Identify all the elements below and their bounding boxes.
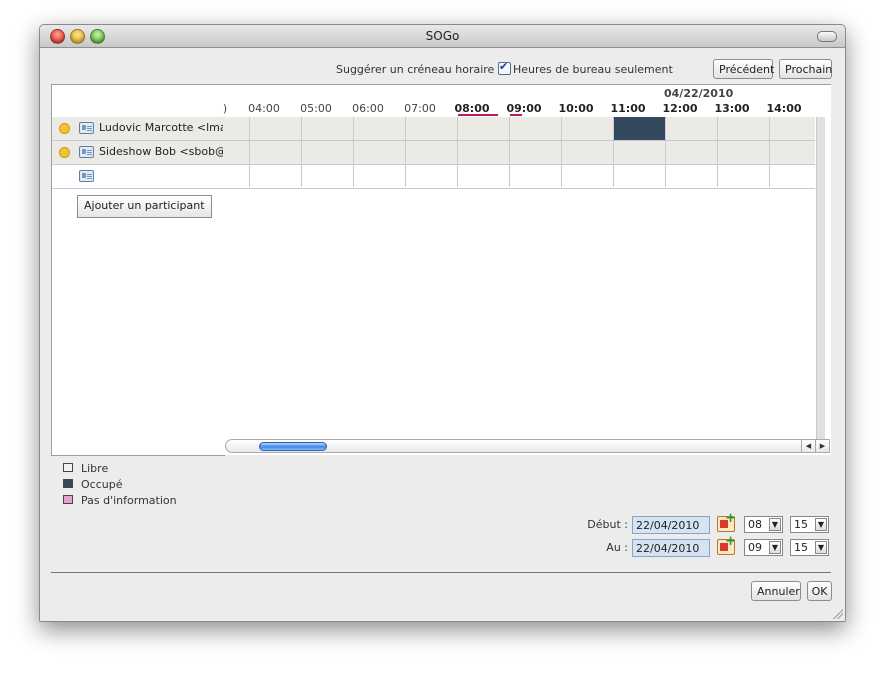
hour-gridline (249, 117, 250, 187)
contact-card-icon (79, 146, 94, 158)
vertical-scrollbar[interactable] (816, 117, 825, 439)
freebusy-dialog: SOGo Suggérer un créneau horaire : Heure… (39, 24, 846, 622)
attendee-name[interactable]: Sideshow Bob <sbob@ir (99, 145, 234, 158)
busy-block (614, 117, 665, 140)
attendee-row[interactable]: Ludovic Marcotte <lmar (52, 117, 231, 140)
grid-date: 04/22/2010 (664, 87, 734, 100)
start-date-calendar-icon[interactable] (717, 511, 736, 532)
new-attendee-row[interactable] (52, 165, 224, 188)
hour-gridline (769, 117, 770, 187)
ok-button[interactable]: OK (807, 581, 832, 601)
scroll-left-arrow[interactable]: ◀ (801, 439, 816, 453)
start-date-field[interactable]: 22/04/2010 (632, 516, 710, 534)
row-divider (223, 188, 815, 189)
legend-swatch (63, 463, 73, 472)
selected-range-marker (510, 114, 522, 116)
legend-label: Occupé (81, 478, 123, 491)
hour-label: 12:00 (662, 102, 698, 115)
end-hour-select[interactable]: 09 ▼ (744, 539, 783, 556)
hour-gridline (561, 117, 562, 187)
hour-label: 10:00 (558, 102, 594, 115)
attendee-name[interactable]: Ludovic Marcotte <lmar (99, 121, 231, 134)
contact-card-icon (79, 122, 94, 134)
hour-label: 09:00 (506, 102, 542, 115)
resize-grip[interactable] (833, 609, 843, 619)
hour-gridline (405, 117, 406, 187)
attendee-list: Ludovic Marcotte <lmar Sideshow Bob <sbo… (51, 84, 234, 456)
selected-range-marker (458, 114, 498, 116)
hour-label: 11:00 (610, 102, 646, 115)
legend-label: Pas d'information (81, 494, 177, 507)
scrollbar-thumb[interactable] (259, 442, 327, 451)
hour-gridline (717, 117, 718, 187)
end-date-field[interactable]: 22/04/2010 (632, 539, 710, 557)
hour-label: 06:00 (352, 102, 384, 115)
hour-gridline (509, 117, 510, 187)
start-minute-value: 15 (794, 518, 808, 531)
toolbar-toggle-button[interactable] (817, 31, 837, 42)
end-hour-value: 09 (748, 541, 762, 554)
office-hours-checkbox[interactable] (498, 60, 511, 75)
start-hour-select[interactable]: 08 ▼ (744, 516, 783, 533)
start-hour-value: 08 (748, 518, 762, 531)
hour-gridline (301, 117, 302, 187)
row-divider (223, 140, 815, 141)
row-divider (223, 164, 815, 165)
freebusy-grid: 04/22/2010 ) 04:00 05:00 06:00 07:00 08:00 09… (223, 84, 831, 455)
chevron-down-icon: ▼ (815, 541, 827, 554)
hour-label: 13:00 (714, 102, 750, 115)
hour-label: 14:00 (766, 102, 802, 115)
horizontal-scrollbar[interactable] (225, 439, 816, 453)
chevron-down-icon: ▼ (769, 541, 781, 554)
previous-button[interactable]: Précédent (713, 59, 774, 79)
legend-swatch (63, 479, 73, 488)
attendee-freebusy-row (223, 141, 815, 164)
row-divider (52, 188, 224, 189)
attendee-freebusy-row (223, 117, 815, 140)
start-label: Début : (587, 518, 628, 531)
participation-status-icon (59, 123, 70, 134)
hour-gridline (665, 117, 666, 187)
attendee-row[interactable]: Sideshow Bob <sbob@ir (52, 141, 234, 164)
end-label: Au : (606, 541, 628, 554)
chevron-down-icon: ▼ (815, 518, 827, 531)
title-bar[interactable]: SOGo (40, 25, 845, 48)
add-attendee-button[interactable]: Ajouter un participant (77, 195, 212, 218)
end-date-calendar-icon[interactable] (717, 534, 736, 555)
office-hours-label[interactable]: Heures de bureau seulement (513, 63, 673, 76)
row-divider (52, 164, 224, 165)
start-minute-select[interactable]: 15 ▼ (790, 516, 829, 533)
suggest-slot-label: Suggérer un créneau horaire : (336, 63, 502, 76)
footer-separator (51, 572, 831, 573)
hour-label: 07:00 (404, 102, 436, 115)
participation-status-icon (59, 147, 70, 158)
end-minute-value: 15 (794, 541, 808, 554)
next-button[interactable]: Prochain (779, 59, 832, 79)
hour-gridline (353, 117, 354, 187)
cancel-button[interactable]: Annuler (751, 581, 801, 601)
row-divider (52, 140, 224, 141)
legend-label: Libre (81, 462, 109, 475)
hour-label: 04:00 (248, 102, 280, 115)
contact-card-icon (79, 170, 94, 182)
window-title: SOGo (425, 29, 460, 43)
hour-gridline (457, 117, 458, 187)
chevron-down-icon: ▼ (769, 518, 781, 531)
end-minute-select[interactable]: 15 ▼ (790, 539, 829, 556)
scroll-right-arrow[interactable]: ▶ (815, 439, 830, 453)
legend-swatch (63, 495, 73, 504)
hour-label: 05:00 (300, 102, 332, 115)
